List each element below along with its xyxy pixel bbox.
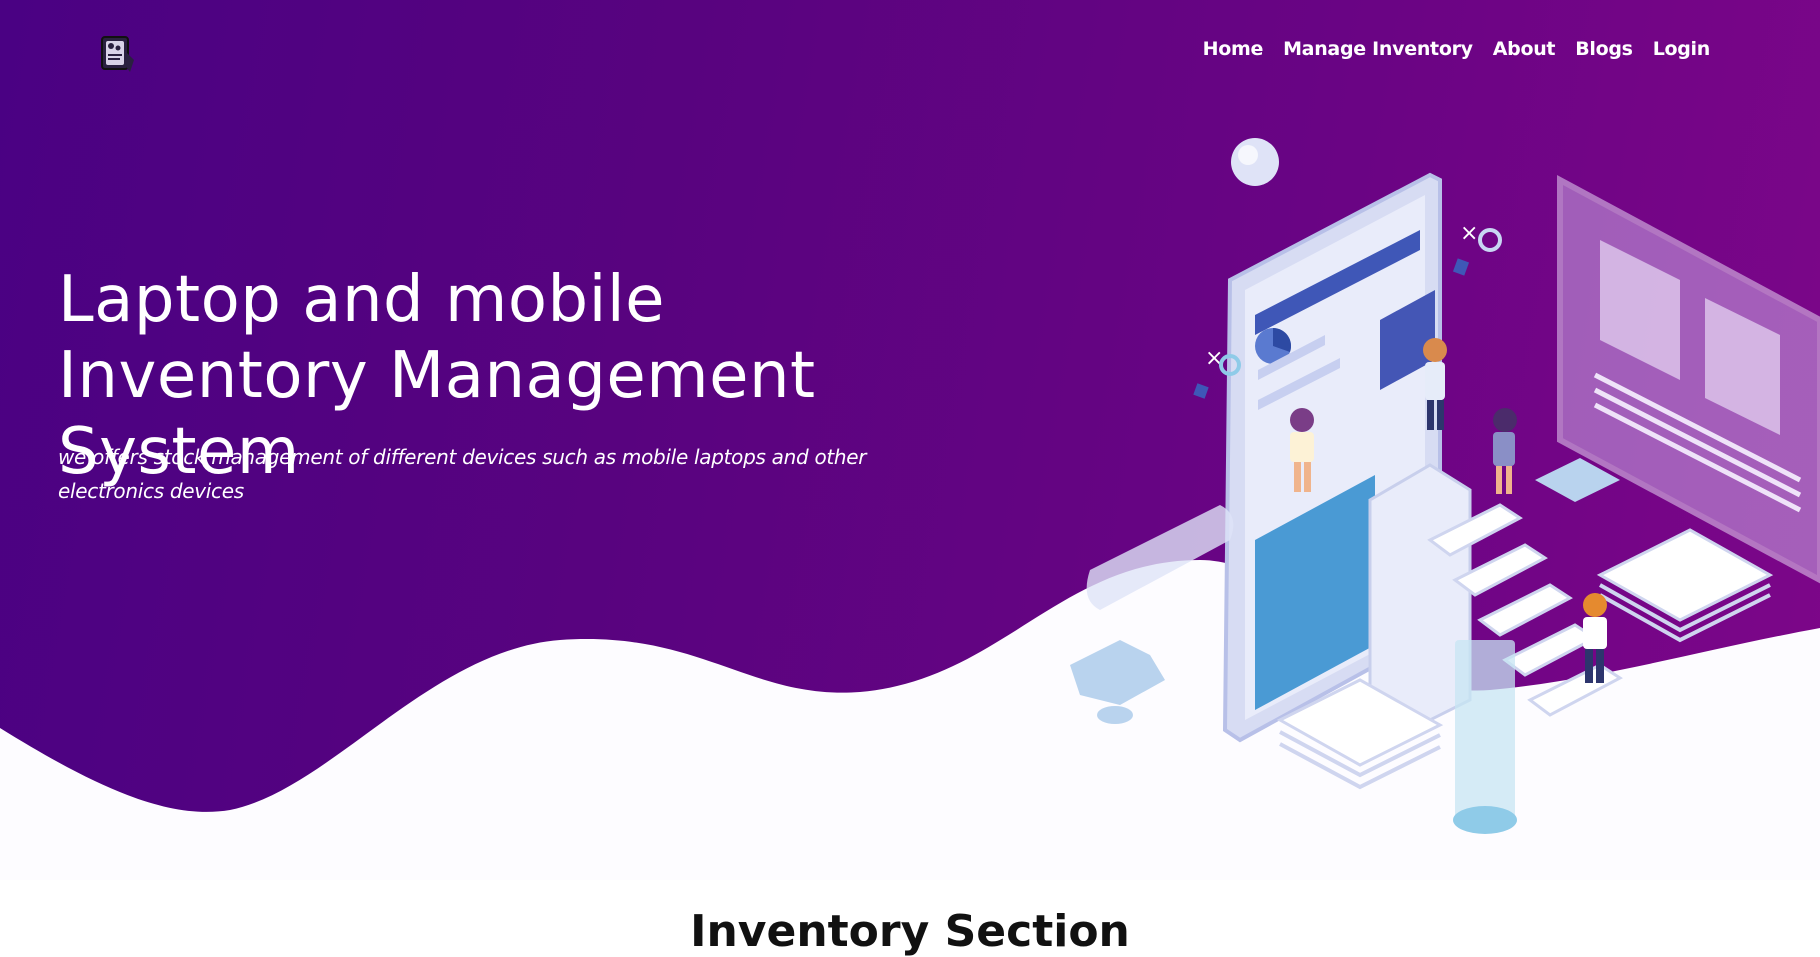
hero-section: Home Manage Inventory About Blogs Login …: [0, 0, 1820, 880]
inventory-logo-icon[interactable]: [100, 34, 136, 74]
nav-home[interactable]: Home: [1203, 38, 1264, 60]
isometric-inventory-illustration: × ×: [1070, 138, 1820, 834]
main-nav: Home Manage Inventory About Blogs Login: [1203, 38, 1711, 60]
nav-login[interactable]: Login: [1653, 38, 1711, 60]
nav-manage-inventory[interactable]: Manage Inventory: [1283, 38, 1473, 60]
section-heading: Inventory Section: [690, 906, 1130, 957]
hero-subtitle: we offers stock management of different …: [58, 445, 867, 503]
nav-blogs[interactable]: Blogs: [1575, 38, 1633, 60]
nav-about[interactable]: About: [1493, 38, 1556, 60]
svg-text:×: ×: [1460, 221, 1478, 246]
